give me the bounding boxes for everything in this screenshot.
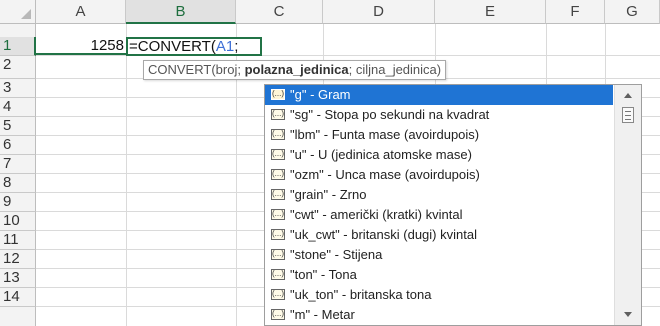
function-icon: (...) bbox=[271, 309, 285, 320]
row-header-1[interactable]: 1 bbox=[0, 37, 36, 56]
function-icon: (...) bbox=[271, 249, 285, 260]
cell-b1-editor[interactable]: =CONVERT(A1; bbox=[126, 37, 262, 56]
row-header-11[interactable]: 11 bbox=[0, 231, 36, 250]
autocomplete-item-label: "u" - U (jedinica atomske mase) bbox=[290, 147, 472, 162]
autocomplete-item[interactable]: (...) "ton" - Tona bbox=[265, 265, 613, 285]
autocomplete-item-label: "lbm" - Funta mase (avoirdupois) bbox=[290, 127, 480, 142]
function-icon: (...) bbox=[271, 229, 285, 240]
autocomplete-item-label: "g" - Gram bbox=[290, 87, 351, 102]
autocomplete-dropdown[interactable]: (...) "g" - Gram (...) "sg" - Stopa po seku… bbox=[264, 84, 642, 326]
function-signature-tooltip: CONVERT(broj; polazna_jedinica; ciljna_j… bbox=[143, 60, 447, 80]
autocomplete-item[interactable]: (...) "g" - Gram bbox=[265, 85, 613, 105]
function-icon: (...) bbox=[271, 109, 285, 120]
row-header-5[interactable]: 5 bbox=[0, 117, 36, 136]
row-header-14[interactable]: 14 bbox=[0, 288, 36, 307]
function-icon: (...) bbox=[271, 89, 285, 100]
autocomplete-item[interactable]: (...) "stone" - Stijena bbox=[265, 245, 613, 265]
autocomplete-item-label: "ton" - Tona bbox=[290, 267, 357, 282]
function-icon: (...) bbox=[271, 289, 285, 300]
row-header-9[interactable]: 9 bbox=[0, 193, 36, 212]
column-header-e[interactable]: E bbox=[435, 0, 546, 24]
row-header-10[interactable]: 10 bbox=[0, 212, 36, 231]
row-header-2[interactable]: 2 bbox=[0, 56, 36, 79]
function-icon: (...) bbox=[271, 189, 285, 200]
column-header-a[interactable]: A bbox=[36, 0, 126, 24]
select-all-corner[interactable] bbox=[0, 0, 36, 24]
autocomplete-item[interactable]: (...) "m" - Metar bbox=[265, 305, 613, 325]
function-icon: (...) bbox=[271, 129, 285, 140]
grid-line bbox=[126, 24, 127, 326]
autocomplete-item-label: "uk_ton" - britanska tona bbox=[290, 287, 432, 302]
column-header-g[interactable]: G bbox=[605, 0, 660, 24]
spreadsheet: A B C D E F G 1 2 3 4 5 6 7 8 9 10 11 12… bbox=[0, 0, 660, 326]
autocomplete-item-label: "sg" - Stopa po sekundi na kvadrat bbox=[290, 107, 490, 122]
autocomplete-item-label: "uk_cwt" - britanski (dugi) kvintal bbox=[290, 227, 477, 242]
column-header-c[interactable]: C bbox=[236, 0, 323, 24]
cell-a1[interactable]: 1258 bbox=[36, 37, 126, 55]
autocomplete-item[interactable]: (...) "lbm" - Funta mase (avoirdupois) bbox=[265, 125, 613, 145]
row-header-7[interactable]: 7 bbox=[0, 155, 36, 174]
column-header-b[interactable]: B bbox=[126, 0, 236, 24]
row-header-15[interactable] bbox=[0, 307, 36, 326]
row-header-4[interactable]: 4 bbox=[0, 98, 36, 117]
tooltip-prefix: CONVERT(broj; bbox=[148, 62, 245, 77]
dropdown-scrollbar[interactable] bbox=[614, 85, 641, 325]
tooltip-suffix: ; ciljna_jedinica) bbox=[348, 62, 442, 77]
row-header-12[interactable]: 12 bbox=[0, 250, 36, 269]
column-header-d[interactable]: D bbox=[323, 0, 435, 24]
autocomplete-item-label: "m" - Metar bbox=[290, 307, 355, 322]
row-header-6[interactable]: 6 bbox=[0, 136, 36, 155]
autocomplete-item[interactable]: (...) "ozm" - Unca mase (avoirdupois) bbox=[265, 165, 613, 185]
function-icon: (...) bbox=[271, 269, 285, 280]
scroll-up-arrow-icon[interactable] bbox=[624, 93, 632, 98]
scroll-down-arrow-icon[interactable] bbox=[624, 312, 632, 317]
scroll-thumb[interactable] bbox=[622, 107, 634, 123]
row-header-13[interactable]: 13 bbox=[0, 269, 36, 288]
autocomplete-item[interactable]: (...) "cwt" - američki (kratki) kvintal bbox=[265, 205, 613, 225]
autocomplete-item[interactable]: (...) "uk_cwt" - britanski (dugi) kvintal bbox=[265, 225, 613, 245]
formula-separator: ; bbox=[234, 38, 239, 55]
row-header-8[interactable]: 8 bbox=[0, 174, 36, 193]
autocomplete-item[interactable]: (...) "uk_ton" - britanska tona bbox=[265, 285, 613, 305]
select-all-triangle-icon bbox=[21, 9, 31, 19]
autocomplete-item[interactable]: (...) "sg" - Stopa po sekundi na kvadrat bbox=[265, 105, 613, 125]
function-icon: (...) bbox=[271, 209, 285, 220]
formula-reference-a1: A1 bbox=[215, 38, 235, 55]
function-icon: (...) bbox=[271, 149, 285, 160]
autocomplete-item[interactable]: (...) "grain" - Zrno bbox=[265, 185, 613, 205]
formula-function-text: =CONVERT( bbox=[129, 38, 216, 55]
autocomplete-item[interactable]: (...) "u" - U (jedinica atomske mase) bbox=[265, 145, 613, 165]
row-header-gap bbox=[0, 24, 36, 37]
function-icon: (...) bbox=[271, 169, 285, 180]
autocomplete-item-label: "grain" - Zrno bbox=[290, 187, 367, 202]
autocomplete-item-label: "cwt" - američki (kratki) kvintal bbox=[290, 207, 463, 222]
row-header-3[interactable]: 3 bbox=[0, 79, 36, 98]
autocomplete-item-label: "stone" - Stijena bbox=[290, 247, 383, 262]
tooltip-current-argument[interactable]: polazna_jedinica bbox=[245, 62, 349, 77]
autocomplete-item-label: "ozm" - Unca mase (avoirdupois) bbox=[290, 167, 480, 182]
column-header-f[interactable]: F bbox=[546, 0, 605, 24]
